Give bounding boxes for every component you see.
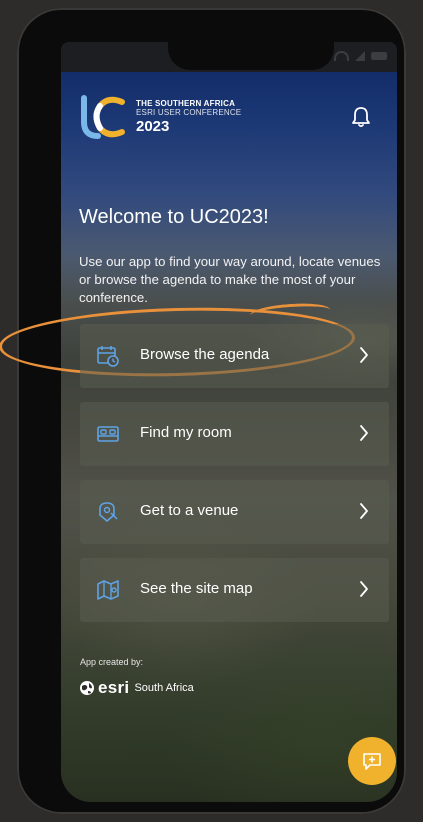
venue-pin-icon	[99, 502, 118, 522]
chevron-right-icon	[360, 347, 368, 363]
bed-icon	[97, 426, 119, 442]
logo-subtitle: ESRI USER CONFERENCE	[136, 108, 242, 117]
map-icon	[97, 580, 119, 600]
notification-bell-icon[interactable]	[352, 106, 370, 128]
uc-logo-icon	[81, 95, 125, 139]
get-to-venue-label: Get to a venue	[140, 502, 239, 519]
esri-brand-text: esri	[98, 678, 130, 697]
chevron-right-icon	[360, 503, 368, 519]
esri-logo: esri South Africa	[79, 678, 194, 698]
conference-logo: THE SOUTHERN AFRICA ESRI USER CONFERENCE…	[78, 92, 241, 142]
phone-frame: THE SOUTHERN AFRICA ESRI USER CONFERENCE…	[17, 8, 406, 814]
find-room-button[interactable]: Find my room	[80, 402, 389, 466]
chevron-right-icon	[360, 581, 368, 597]
chevron-right-icon	[360, 425, 368, 441]
calendar-clock-icon	[97, 346, 119, 367]
intro-text: Use our app to find your way around, loc…	[79, 254, 381, 305]
welcome-heading: Welcome to UC2023!	[79, 206, 269, 228]
add-comment-icon	[363, 753, 381, 770]
home-content: THE SOUTHERN AFRICA ESRI USER CONFERENCE…	[61, 42, 397, 802]
esri-globe-icon	[80, 681, 94, 695]
logo-title: THE SOUTHERN AFRICA	[136, 99, 236, 108]
site-map-label: See the site map	[140, 580, 253, 597]
browse-agenda-button[interactable]: Browse the agenda	[80, 324, 389, 388]
site-map-button[interactable]: See the site map	[80, 558, 389, 622]
find-room-label: Find my room	[140, 424, 232, 441]
browse-agenda-label: Browse the agenda	[140, 346, 270, 363]
esri-region-text: South Africa	[134, 682, 194, 694]
feedback-button[interactable]	[348, 737, 396, 785]
logo-year: 2023	[136, 118, 170, 135]
get-to-venue-button[interactable]: Get to a venue	[80, 480, 389, 544]
created-by-label: App created by:	[80, 657, 144, 667]
app-screen: THE SOUTHERN AFRICA ESRI USER CONFERENCE…	[61, 42, 397, 802]
